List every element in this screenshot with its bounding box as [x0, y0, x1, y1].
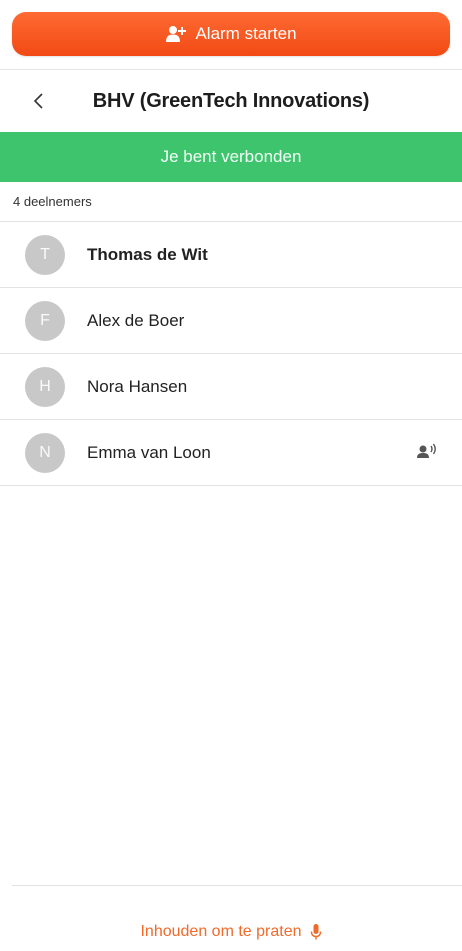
participant-name: Emma van Loon — [87, 442, 211, 462]
avatar: F — [25, 300, 65, 341]
page-title: BHV (GreenTech Innovations) — [92, 89, 370, 112]
participant-list: T Thomas de Wit F Alex de Boer H Nora Ha… — [0, 222, 462, 486]
microphone-icon — [310, 924, 321, 940]
avatar: N — [25, 432, 65, 473]
bottom-divider — [12, 885, 462, 886]
chevron-left-icon — [33, 93, 43, 109]
participant-row[interactable]: T Thomas de Wit — [0, 222, 462, 288]
avatar: T — [25, 234, 65, 275]
header: BHV (GreenTech Innovations) — [0, 70, 462, 132]
speaking-indicator-icon — [417, 443, 436, 458]
participant-name: Nora Hansen — [87, 376, 188, 396]
start-alarm-button[interactable]: Alarm starten — [12, 12, 450, 56]
participant-row[interactable]: N Emma van Loon — [0, 420, 462, 486]
participant-name: Thomas de Wit — [87, 244, 208, 264]
connection-status-banner: Je bent verbonden — [0, 132, 462, 182]
person-alert-icon — [165, 25, 187, 43]
participant-name: Alex de Boer — [87, 310, 185, 330]
alarm-bar: Alarm starten — [0, 0, 462, 70]
start-alarm-label: Alarm starten — [195, 24, 297, 43]
participant-count: 4 deelnemers — [0, 182, 462, 222]
avatar: H — [25, 366, 65, 407]
push-to-talk-button[interactable]: Inhouden om te praten — [0, 920, 462, 944]
push-to-talk-label: Inhouden om te praten — [140, 923, 302, 940]
participant-row[interactable]: H Nora Hansen — [0, 354, 462, 420]
back-button[interactable] — [24, 87, 52, 115]
participant-row[interactable]: F Alex de Boer — [0, 288, 462, 354]
